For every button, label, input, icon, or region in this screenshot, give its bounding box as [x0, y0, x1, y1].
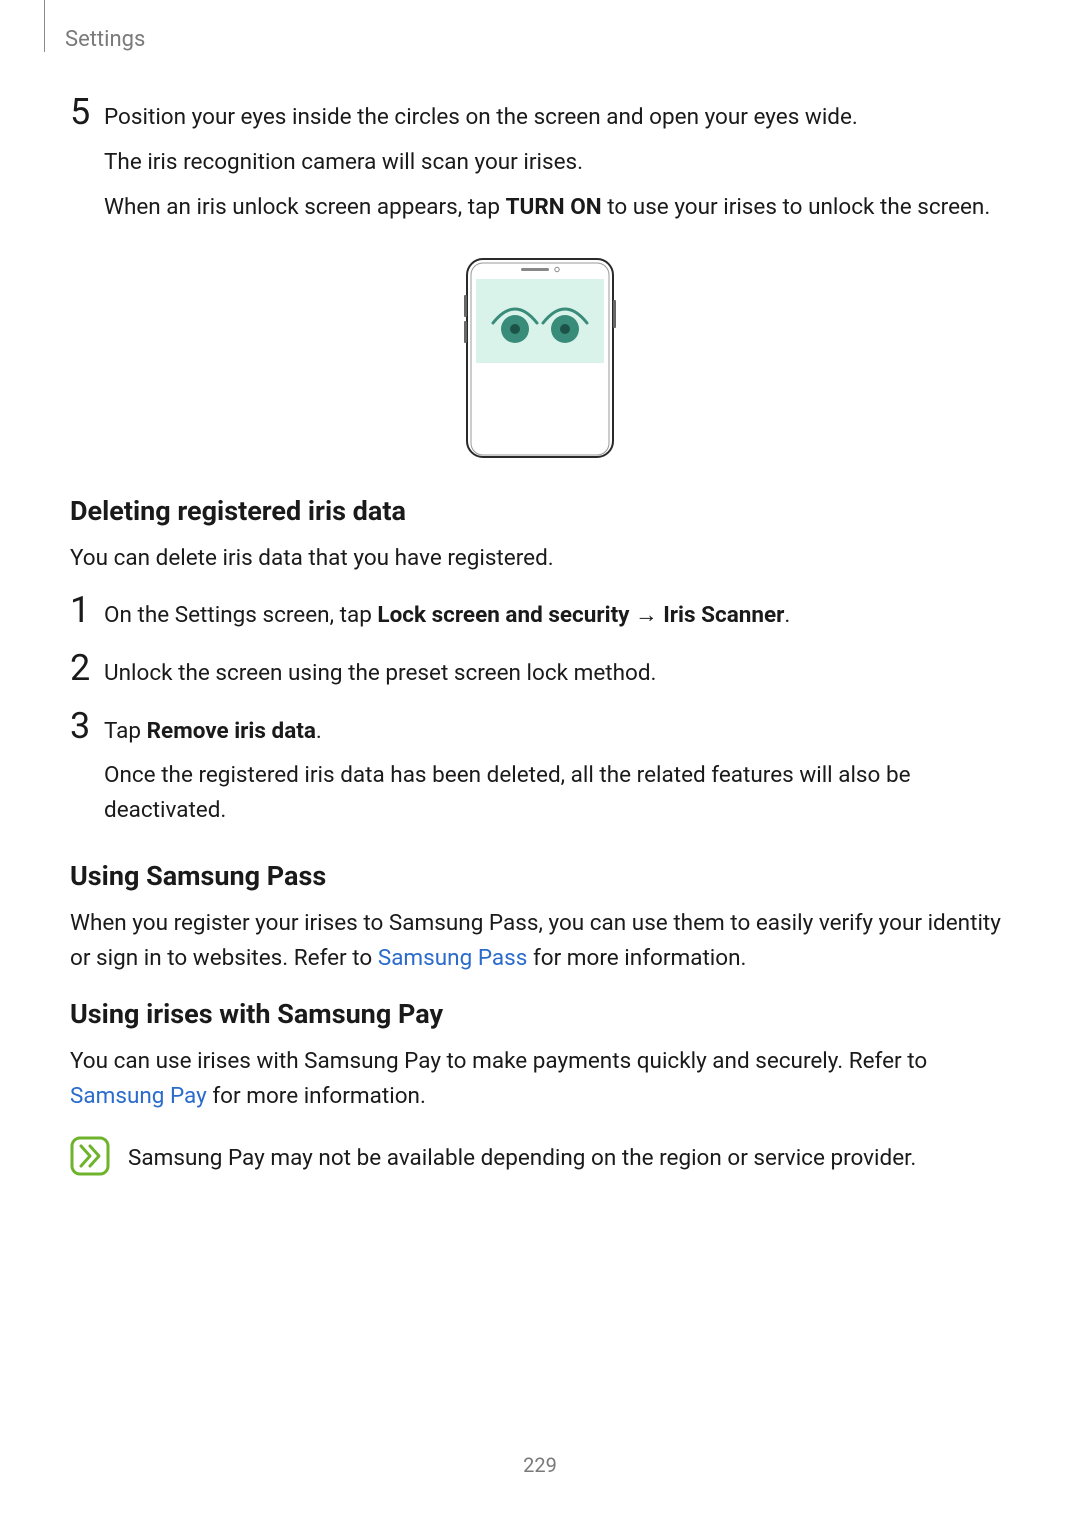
samsung-pay-body: You can use irises with Samsung Pay to m… — [70, 1044, 1010, 1114]
heading-samsung-pay: Using irises with Samsung Pay — [70, 998, 1010, 1030]
header-divider — [44, 0, 45, 52]
page-number: 229 — [0, 1453, 1080, 1477]
deleting-step-3: 3 Tap Remove iris data. Once the registe… — [70, 714, 1010, 839]
step-5: 5 Position your eyes inside the circles … — [70, 100, 1010, 235]
step5-line1: Position your eyes inside the circles on… — [104, 100, 1010, 135]
iris-scanner-label: Iris Scanner — [663, 602, 784, 628]
step5-line2: The iris recognition camera will scan yo… — [104, 145, 1010, 180]
deleting-step-3-sub: Once the registered iris data has been d… — [104, 758, 1010, 828]
step-number: 5 — [70, 94, 104, 130]
note-text: Samsung Pay may not be available dependi… — [128, 1136, 916, 1176]
step-number: 1 — [70, 592, 104, 628]
step-text: Tap Remove iris data. Once the registere… — [104, 714, 1010, 839]
deleting-steps: 1 On the Settings screen, tap Lock scree… — [70, 598, 1010, 839]
samsung-pass-link[interactable]: Samsung Pass — [378, 945, 528, 971]
heading-deleting-iris: Deleting registered iris data — [70, 495, 1010, 527]
turn-on-label: TURN ON — [506, 194, 602, 220]
deleting-intro: You can delete iris data that you have r… — [70, 541, 1010, 576]
page-content: 5 Position your eyes inside the circles … — [70, 100, 1010, 1176]
samsung-pay-link[interactable]: Samsung Pay — [70, 1083, 207, 1109]
heading-samsung-pass: Using Samsung Pass — [70, 860, 1010, 892]
phone-illustration — [70, 255, 1010, 459]
step-text: Unlock the screen using the preset scree… — [104, 656, 1010, 691]
header-section: Settings — [44, 0, 145, 52]
step-number: 3 — [70, 708, 104, 744]
note-row: Samsung Pay may not be available dependi… — [70, 1136, 1010, 1176]
deleting-step-1: 1 On the Settings screen, tap Lock scree… — [70, 598, 1010, 634]
lock-screen-security-label: Lock screen and security — [377, 602, 629, 628]
note-icon — [70, 1136, 110, 1176]
step-text: On the Settings screen, tap Lock screen … — [104, 598, 1010, 633]
step-number: 2 — [70, 650, 104, 686]
deleting-step-2: 2 Unlock the screen using the preset scr… — [70, 656, 1010, 692]
step-text: Position your eyes inside the circles on… — [104, 100, 1010, 235]
step5-line3: When an iris unlock screen appears, tap … — [104, 190, 1010, 225]
samsung-pass-body: When you register your irises to Samsung… — [70, 906, 1010, 976]
header-breadcrumb: Settings — [65, 1, 145, 52]
phone-iris-scan-icon — [463, 255, 617, 459]
remove-iris-data-label: Remove iris data — [147, 718, 316, 744]
